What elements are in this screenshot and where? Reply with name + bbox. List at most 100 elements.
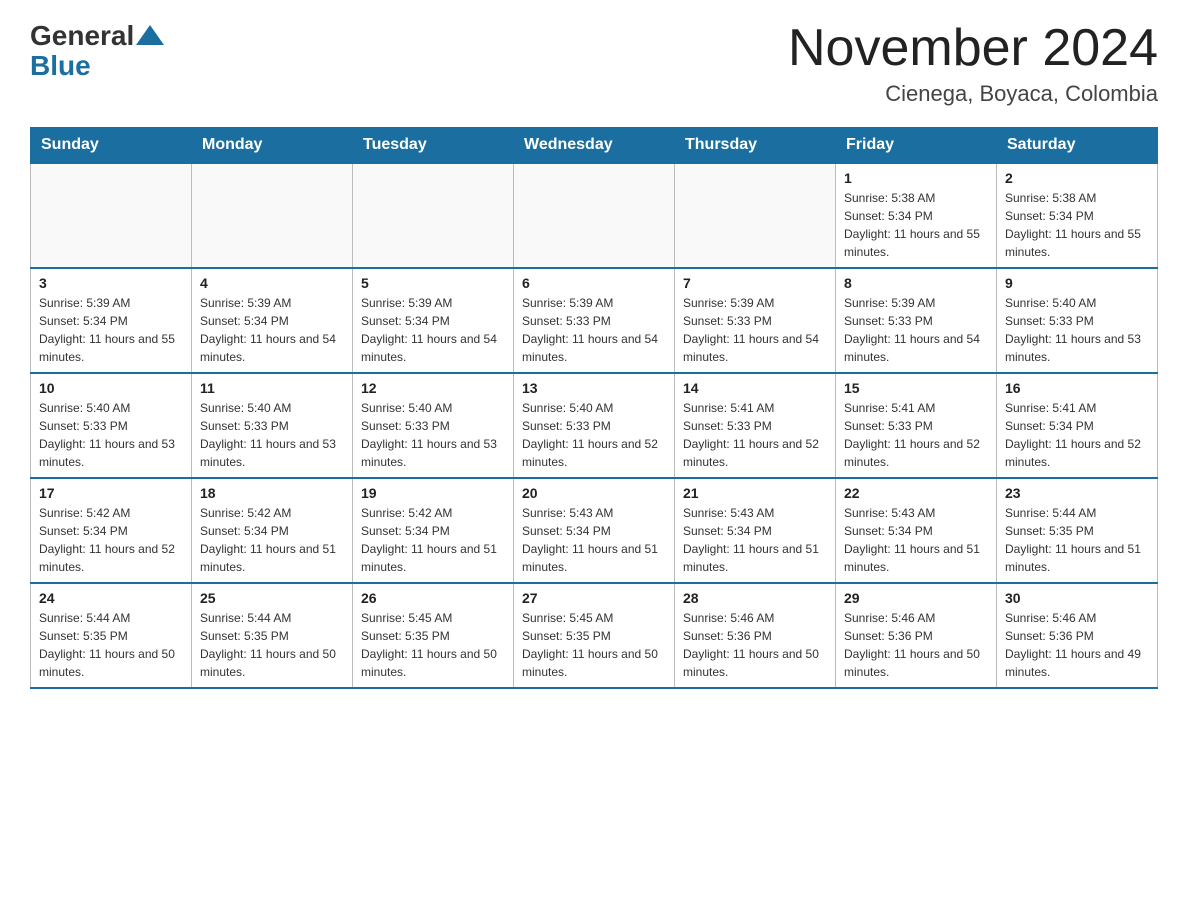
weekday-header-monday: Monday (192, 128, 353, 164)
calendar-cell: 15 Sunrise: 5:41 AMSunset: 5:33 PMDayligh… (836, 373, 997, 478)
day-info: Sunrise: 5:39 AMSunset: 5:33 PMDaylight:… (522, 294, 666, 366)
calendar-cell: 18 Sunrise: 5:42 AMSunset: 5:34 PMDayligh… (192, 478, 353, 583)
calendar-cell: 27 Sunrise: 5:45 AMSunset: 5:35 PMDayligh… (514, 583, 675, 688)
calendar-week-row: 10 Sunrise: 5:40 AMSunset: 5:33 PMDayligh… (31, 373, 1158, 478)
day-number: 10 (39, 380, 183, 396)
calendar-cell: 24 Sunrise: 5:44 AMSunset: 5:35 PMDayligh… (31, 583, 192, 688)
day-info: Sunrise: 5:43 AMSunset: 5:34 PMDaylight:… (683, 504, 827, 576)
day-info: Sunrise: 5:40 AMSunset: 5:33 PMDaylight:… (522, 399, 666, 471)
calendar-week-row: 1 Sunrise: 5:38 AMSunset: 5:34 PMDaylight… (31, 163, 1158, 268)
calendar-cell: 10 Sunrise: 5:40 AMSunset: 5:33 PMDayligh… (31, 373, 192, 478)
day-info: Sunrise: 5:40 AMSunset: 5:33 PMDaylight:… (1005, 294, 1149, 366)
calendar-cell: 17Sunrise: 5:42 AMSunset: 5:34 PMDayligh… (31, 478, 192, 583)
day-number: 18 (200, 485, 344, 501)
day-info: Sunrise: 5:42 AMSunset: 5:34 PMDaylight:… (200, 504, 344, 576)
calendar-cell: 23 Sunrise: 5:44 AMSunset: 5:35 PMDayligh… (997, 478, 1158, 583)
weekday-header-sunday: Sunday (31, 128, 192, 164)
calendar-cell: 19 Sunrise: 5:42 AMSunset: 5:34 PMDayligh… (353, 478, 514, 583)
calendar-cell: 13 Sunrise: 5:40 AMSunset: 5:33 PMDayligh… (514, 373, 675, 478)
logo: General Blue (30, 20, 164, 82)
day-info: Sunrise: 5:42 AMSunset: 5:34 PMDaylight:… (361, 504, 505, 576)
day-number: 20 (522, 485, 666, 501)
day-info: Sunrise: 5:41 AMSunset: 5:33 PMDaylight:… (844, 399, 988, 471)
day-info: Sunrise: 5:44 AMSunset: 5:35 PMDaylight:… (39, 609, 183, 681)
day-number: 15 (844, 380, 988, 396)
day-number: 7 (683, 275, 827, 291)
title-area: November 2024 Cienega, Boyaca, Colombia (788, 20, 1158, 107)
day-info: Sunrise: 5:39 AMSunset: 5:34 PMDaylight:… (39, 294, 183, 366)
page-title: November 2024 (788, 20, 1158, 77)
day-number: 29 (844, 590, 988, 606)
day-number: 30 (1005, 590, 1149, 606)
calendar-cell: 9 Sunrise: 5:40 AMSunset: 5:33 PMDaylight… (997, 268, 1158, 373)
day-info: Sunrise: 5:42 AMSunset: 5:34 PMDaylight:… (39, 504, 183, 576)
day-number: 22 (844, 485, 988, 501)
day-info: Sunrise: 5:40 AMSunset: 5:33 PMDaylight:… (39, 399, 183, 471)
calendar-cell: 3 Sunrise: 5:39 AMSunset: 5:34 PMDaylight… (31, 268, 192, 373)
day-info: Sunrise: 5:44 AMSunset: 5:35 PMDaylight:… (200, 609, 344, 681)
day-number: 13 (522, 380, 666, 396)
day-info: Sunrise: 5:45 AMSunset: 5:35 PMDaylight:… (522, 609, 666, 681)
calendar-cell: 28Sunrise: 5:46 AMSunset: 5:36 PMDayligh… (675, 583, 836, 688)
calendar-week-row: 17Sunrise: 5:42 AMSunset: 5:34 PMDayligh… (31, 478, 1158, 583)
day-info: Sunrise: 5:46 AMSunset: 5:36 PMDaylight:… (683, 609, 827, 681)
day-number: 6 (522, 275, 666, 291)
weekday-header-thursday: Thursday (675, 128, 836, 164)
calendar-cell: 11Sunrise: 5:40 AMSunset: 5:33 PMDayligh… (192, 373, 353, 478)
day-number: 3 (39, 275, 183, 291)
calendar-cell (675, 163, 836, 268)
calendar-cell: 5 Sunrise: 5:39 AMSunset: 5:34 PMDaylight… (353, 268, 514, 373)
day-number: 5 (361, 275, 505, 291)
day-info: Sunrise: 5:38 AMSunset: 5:34 PMDaylight:… (1005, 189, 1149, 261)
page-subtitle: Cienega, Boyaca, Colombia (788, 81, 1158, 107)
day-number: 16 (1005, 380, 1149, 396)
weekday-header-saturday: Saturday (997, 128, 1158, 164)
day-info: Sunrise: 5:44 AMSunset: 5:35 PMDaylight:… (1005, 504, 1149, 576)
day-info: Sunrise: 5:39 AMSunset: 5:33 PMDaylight:… (844, 294, 988, 366)
day-number: 21 (683, 485, 827, 501)
day-number: 24 (39, 590, 183, 606)
day-info: Sunrise: 5:46 AMSunset: 5:36 PMDaylight:… (844, 609, 988, 681)
day-number: 25 (200, 590, 344, 606)
day-number: 8 (844, 275, 988, 291)
calendar-cell (353, 163, 514, 268)
calendar-week-row: 3 Sunrise: 5:39 AMSunset: 5:34 PMDaylight… (31, 268, 1158, 373)
day-number: 19 (361, 485, 505, 501)
calendar-header-row: SundayMondayTuesdayWednesdayThursdayFrid… (31, 128, 1158, 164)
day-number: 9 (1005, 275, 1149, 291)
day-info: Sunrise: 5:39 AMSunset: 5:33 PMDaylight:… (683, 294, 827, 366)
calendar-cell: 8 Sunrise: 5:39 AMSunset: 5:33 PMDaylight… (836, 268, 997, 373)
calendar-cell: 14 Sunrise: 5:41 AMSunset: 5:33 PMDayligh… (675, 373, 836, 478)
day-number: 12 (361, 380, 505, 396)
logo-general-text: General (30, 20, 134, 52)
weekday-header-tuesday: Tuesday (353, 128, 514, 164)
calendar-cell: 26 Sunrise: 5:45 AMSunset: 5:35 PMDayligh… (353, 583, 514, 688)
day-info: Sunrise: 5:38 AMSunset: 5:34 PMDaylight:… (844, 189, 988, 261)
day-number: 14 (683, 380, 827, 396)
calendar-cell: 30 Sunrise: 5:46 AMSunset: 5:36 PMDayligh… (997, 583, 1158, 688)
calendar-cell: 2Sunrise: 5:38 AMSunset: 5:34 PMDaylight… (997, 163, 1158, 268)
calendar-cell: 16 Sunrise: 5:41 AMSunset: 5:34 PMDayligh… (997, 373, 1158, 478)
calendar-cell (192, 163, 353, 268)
day-info: Sunrise: 5:41 AMSunset: 5:34 PMDaylight:… (1005, 399, 1149, 471)
calendar-cell: 1 Sunrise: 5:38 AMSunset: 5:34 PMDaylight… (836, 163, 997, 268)
calendar-cell (514, 163, 675, 268)
day-number: 23 (1005, 485, 1149, 501)
day-info: Sunrise: 5:46 AMSunset: 5:36 PMDaylight:… (1005, 609, 1149, 681)
calendar-cell: 29 Sunrise: 5:46 AMSunset: 5:36 PMDayligh… (836, 583, 997, 688)
calendar-cell: 20 Sunrise: 5:43 AMSunset: 5:34 PMDayligh… (514, 478, 675, 583)
day-number: 1 (844, 170, 988, 186)
calendar-cell: 12Sunrise: 5:40 AMSunset: 5:33 PMDayligh… (353, 373, 514, 478)
calendar-cell: 6 Sunrise: 5:39 AMSunset: 5:33 PMDaylight… (514, 268, 675, 373)
day-info: Sunrise: 5:40 AMSunset: 5:33 PMDaylight:… (200, 399, 344, 471)
day-info: Sunrise: 5:39 AMSunset: 5:34 PMDaylight:… (200, 294, 344, 366)
day-info: Sunrise: 5:43 AMSunset: 5:34 PMDaylight:… (522, 504, 666, 576)
calendar-table: SundayMondayTuesdayWednesdayThursdayFrid… (30, 127, 1158, 689)
day-number: 27 (522, 590, 666, 606)
day-info: Sunrise: 5:41 AMSunset: 5:33 PMDaylight:… (683, 399, 827, 471)
day-number: 4 (200, 275, 344, 291)
day-number: 26 (361, 590, 505, 606)
day-info: Sunrise: 5:39 AMSunset: 5:34 PMDaylight:… (361, 294, 505, 366)
day-info: Sunrise: 5:45 AMSunset: 5:35 PMDaylight:… (361, 609, 505, 681)
weekday-header-wednesday: Wednesday (514, 128, 675, 164)
